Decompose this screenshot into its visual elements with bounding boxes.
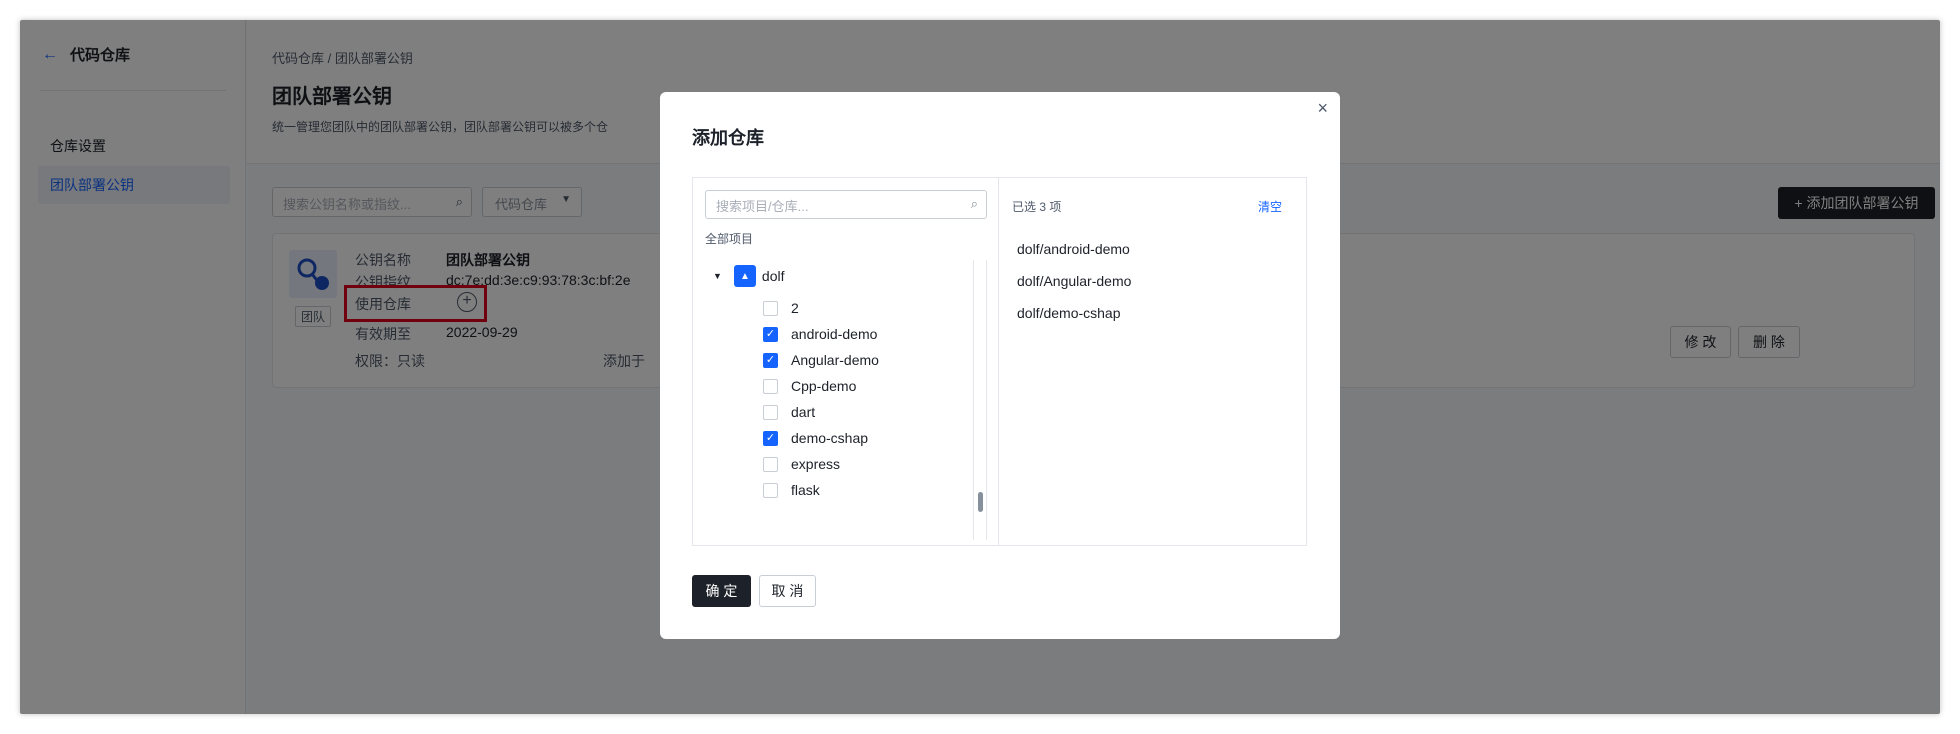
confirm-button[interactable]: 确 定: [692, 575, 751, 607]
repo-item-flask[interactable]: flask: [763, 479, 820, 501]
repo-item-demo-cshap[interactable]: ✓ demo-cshap: [763, 427, 868, 449]
checkbox[interactable]: [763, 378, 778, 394]
selected-repo-item: dolf/Angular-demo: [1017, 273, 1132, 289]
checkbox[interactable]: [763, 404, 778, 420]
checkbox-checked[interactable]: ✓: [763, 352, 778, 368]
repo-item-label: 2: [791, 300, 799, 316]
repo-item-android-demo[interactable]: ✓ android-demo: [763, 323, 877, 345]
repo-transfer: 搜索项目/仓库... ⌕ 全部项目 ▼ ▲ dolf 2 ✓ android-d…: [692, 177, 1307, 546]
app-window: ← 代码仓库 仓库设置 团队部署公钥 代码仓库 / 团队部署公钥 团队部署公钥 …: [20, 20, 1940, 714]
checkbox[interactable]: [763, 456, 778, 472]
checkbox[interactable]: [763, 482, 778, 498]
repo-item-label: android-demo: [791, 326, 878, 342]
repo-search-placeholder: 搜索项目/仓库...: [716, 199, 809, 214]
tree-node-dolf[interactable]: ▼ ▲ dolf: [713, 265, 785, 287]
search-icon: ⌕: [970, 196, 978, 211]
scrollbar-thumb[interactable]: [978, 492, 983, 512]
selected-repo-item: dolf/demo-cshap: [1017, 305, 1121, 321]
repo-item-label: flask: [791, 482, 820, 498]
project-logo-icon: ▲: [733, 265, 756, 287]
repo-item-label: Angular-demo: [791, 352, 879, 368]
repo-item-label: demo-cshap: [791, 430, 869, 446]
checkbox-checked[interactable]: ✓: [763, 430, 778, 446]
repo-item-express[interactable]: express: [763, 453, 840, 475]
selected-count: 已选 3 项: [1012, 200, 1062, 214]
cancel-button[interactable]: 取 消: [759, 575, 816, 607]
close-icon[interactable]: ×: [1317, 98, 1328, 119]
all-projects-label: 全部项目: [705, 232, 754, 246]
modal-title: 添加仓库: [692, 128, 764, 148]
repo-item-dart[interactable]: dart: [763, 401, 815, 423]
repo-item-label: express: [791, 456, 841, 472]
repo-item-label: Cpp-demo: [791, 378, 857, 394]
transfer-left-panel: 搜索项目/仓库... ⌕ 全部项目 ▼ ▲ dolf 2 ✓ android-d…: [693, 178, 999, 545]
repo-item-cpp-demo[interactable]: Cpp-demo: [763, 375, 856, 397]
repo-item-label: dart: [791, 404, 816, 420]
repo-tree: ▼ ▲ dolf 2 ✓ android-demo ✓ Angular-demo…: [693, 260, 973, 540]
checkbox[interactable]: [763, 300, 778, 316]
add-repo-modal: × 添加仓库 搜索项目/仓库... ⌕ 全部项目 ▼ ▲ dolf 2 ✓ an…: [660, 92, 1340, 639]
repo-search-input[interactable]: 搜索项目/仓库... ⌕: [705, 190, 987, 219]
repo-item-angular-demo[interactable]: ✓ Angular-demo: [763, 349, 879, 371]
repo-item-2[interactable]: 2: [763, 297, 799, 319]
transfer-right-panel: 已选 3 项 清空 dolf/android-demo dolf/Angular…: [1000, 178, 1306, 545]
tree-scrollbar[interactable]: [973, 260, 987, 540]
selected-repo-item: dolf/android-demo: [1017, 241, 1130, 257]
checkbox-checked[interactable]: ✓: [763, 326, 778, 342]
caret-down-icon[interactable]: ▼: [713, 271, 722, 281]
clear-selection-link[interactable]: 清空: [1258, 198, 1282, 215]
tree-node-label: dolf: [761, 268, 785, 284]
